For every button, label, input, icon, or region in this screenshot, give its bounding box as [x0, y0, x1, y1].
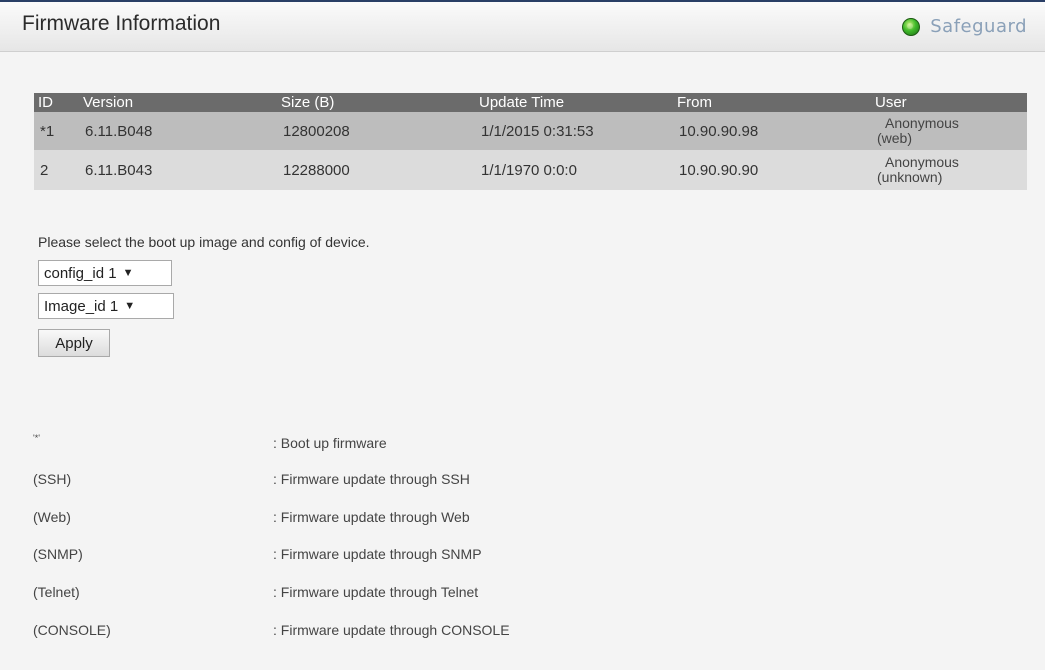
column-header-id: ID: [34, 93, 79, 112]
boot-selection-prompt: Please select the boot up image and conf…: [38, 234, 370, 250]
image-id-select[interactable]: Image_id 1 ▼: [38, 293, 174, 319]
firmware-table: ID Version Size (B) Update Time From Use…: [34, 93, 1027, 190]
user-name: Anonymous: [885, 115, 959, 131]
cell-size: 12288000: [277, 150, 475, 190]
cell-user: Anonymous (web): [871, 112, 1027, 150]
dropdown-arrow-icon: ▼: [124, 300, 136, 312]
legend-key: (SNMP): [33, 546, 83, 562]
legend-description: : Firmware update through Web: [273, 509, 470, 525]
column-header-user: User: [871, 93, 1027, 112]
legend-key: (Telnet): [33, 584, 80, 600]
cell-id: *1: [34, 112, 79, 150]
config-id-select-value: config_id 1: [44, 264, 117, 282]
cell-update-time: 1/1/2015 0:31:53: [475, 112, 673, 150]
column-header-from: From: [673, 93, 871, 112]
safeguard-label: Safeguard: [930, 16, 1027, 37]
legend-key: '*': [33, 433, 40, 443]
cell-update-time: 1/1/1970 0:0:0: [475, 150, 673, 190]
table-header-row: ID Version Size (B) Update Time From Use…: [34, 93, 1027, 112]
user-source: (web): [877, 130, 913, 146]
user-source: (unknown): [877, 169, 943, 185]
legend-description: : Boot up firmware: [273, 435, 387, 451]
table-row: 2 6.11.B043 12288000 1/1/1970 0:0:0 10.9…: [34, 150, 1027, 190]
user-name: Anonymous: [885, 154, 959, 170]
safeguard-indicator: Safeguard: [902, 16, 1027, 37]
legend-description: : Firmware update through SSH: [273, 471, 470, 487]
legend-description: : Firmware update through Telnet: [273, 584, 479, 600]
column-header-version: Version: [79, 93, 277, 112]
image-id-select-value: Image_id 1: [44, 297, 119, 315]
cell-version: 6.11.B048: [79, 112, 277, 150]
legend-key: (CONSOLE): [33, 622, 111, 638]
legend-key: (Web): [33, 509, 71, 525]
safeguard-status-icon: [902, 17, 921, 36]
legend-description: : Firmware update through CONSOLE: [273, 622, 510, 638]
dropdown-arrow-icon: ▼: [122, 267, 134, 279]
cell-id: 2: [34, 150, 79, 190]
column-header-update-time: Update Time: [475, 93, 673, 112]
table-row: *1 6.11.B048 12800208 1/1/2015 0:31:53 1…: [34, 112, 1027, 150]
cell-from: 10.90.90.98: [673, 112, 871, 150]
cell-from: 10.90.90.90: [673, 150, 871, 190]
page-header: Firmware Information Safeguard: [0, 0, 1045, 52]
config-id-select[interactable]: config_id 1 ▼: [38, 260, 172, 286]
cell-user: Anonymous (unknown): [871, 150, 1027, 190]
legend-description: : Firmware update through SNMP: [273, 546, 482, 562]
firmware-information-page: Firmware Information Safeguard ID Versio…: [0, 0, 1045, 670]
apply-button[interactable]: Apply: [38, 329, 110, 357]
cell-version: 6.11.B043: [79, 150, 277, 190]
legend-key: (SSH): [33, 471, 72, 487]
page-title: Firmware Information: [22, 12, 221, 35]
cell-size: 12800208: [277, 112, 475, 150]
column-header-size: Size (B): [277, 93, 475, 112]
